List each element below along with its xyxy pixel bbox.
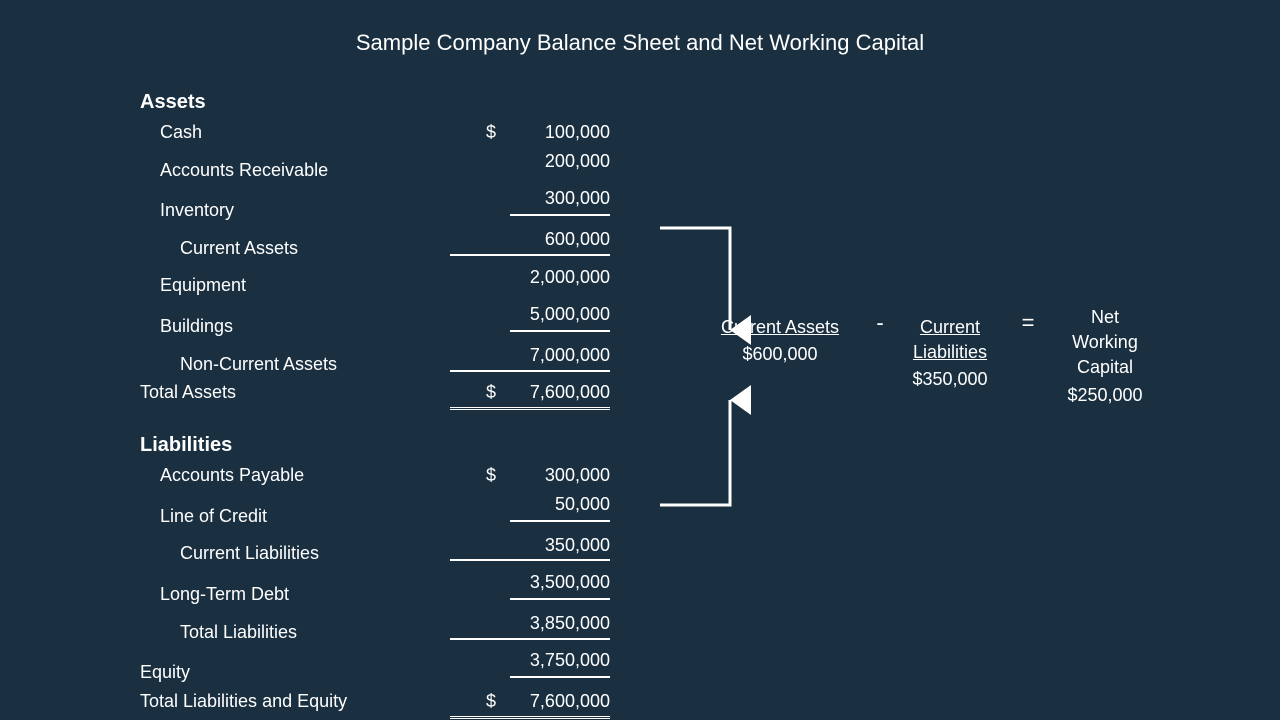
- inventory-amount-group: 300,000: [450, 184, 610, 216]
- ar-amount-group: 200,000: [450, 147, 610, 176]
- cash-amount: 100,000: [510, 118, 610, 147]
- total-liabilities-equity-label: Total Liabilities and Equity: [140, 687, 450, 716]
- nwc-minus: -: [875, 310, 885, 336]
- cash-label: Cash: [140, 118, 450, 147]
- nwc-nwc-value: $250,000: [1040, 385, 1170, 406]
- total-liabilities-amount: 3,850,000: [510, 609, 610, 638]
- inventory-label: Inventory: [140, 196, 450, 225]
- ar-label: Accounts Receivable: [140, 156, 450, 185]
- current-assets-amount-group: 600,000: [450, 225, 610, 256]
- buildings-amount: 5,000,000: [510, 300, 610, 332]
- total-liabilities-label: Total Liabilities: [140, 618, 450, 647]
- equity-amount-group: 3,750,000: [450, 646, 610, 678]
- loc-label: Line of Credit: [140, 502, 450, 531]
- ar-dollar: [486, 147, 500, 176]
- non-current-assets-amount: 7,000,000: [510, 341, 610, 370]
- nwc-cl-header: Current Liabilities $350,000: [890, 315, 1010, 390]
- non-current-assets-amount-group: 7,000,000: [450, 341, 610, 372]
- cash-amount-group: $ 100,000: [450, 118, 610, 147]
- current-assets-amount: 600,000: [510, 225, 610, 254]
- nwc-ca-header: Current Assets $600,000: [720, 315, 840, 365]
- equipment-amount: 2,000,000: [510, 263, 610, 292]
- current-assets-label: Current Assets: [140, 234, 450, 263]
- nwc-cl-value: $350,000: [890, 369, 1010, 390]
- buildings-amount-group: 5,000,000: [450, 300, 610, 332]
- loc-amount: 50,000: [510, 490, 610, 522]
- total-liabilities-equity-amount-group: $ 7,600,000: [450, 687, 610, 719]
- loc-amount-group: 50,000: [450, 490, 610, 522]
- ap-amount: 300,000: [510, 461, 610, 490]
- ap-dollar: $: [486, 461, 500, 490]
- nwc-nwc-header: NetWorkingCapital $250,000: [1040, 305, 1170, 406]
- ap-label: Accounts Payable: [140, 461, 450, 490]
- total-assets-label: Total Assets: [140, 378, 450, 407]
- buildings-label: Buildings: [140, 312, 450, 341]
- current-liabilities-amount: 350,000: [510, 531, 610, 560]
- nwc-ca-label: Current Assets: [720, 315, 840, 340]
- total-assets-dollar: $: [486, 378, 500, 407]
- nwc-equals: =: [1018, 310, 1038, 336]
- nwc-cl-label: Current Liabilities: [890, 315, 1010, 365]
- total-assets-amount-group: $ 7,600,000: [450, 378, 610, 410]
- ar-amount: 200,000: [510, 147, 610, 176]
- equity-label: Equity: [140, 658, 450, 687]
- total-le-dollar: $: [486, 687, 500, 716]
- equipment-label: Equipment: [140, 271, 450, 300]
- total-liabilities-amount-group: 3,850,000: [450, 609, 610, 640]
- total-liabilities-equity-row: Total Liabilities and Equity $ 7,600,000: [140, 687, 760, 719]
- nwc-diagram: Current Assets $600,000 - Current Liabil…: [640, 95, 1240, 675]
- ltd-label: Long-Term Debt: [140, 580, 450, 609]
- non-current-assets-label: Non-Current Assets: [140, 350, 450, 379]
- nwc-nwc-label: NetWorkingCapital: [1040, 305, 1170, 381]
- cash-dollar: $: [486, 118, 500, 147]
- page-title: Sample Company Balance Sheet and Net Wor…: [0, 0, 1280, 76]
- equipment-amount-group: 2,000,000: [450, 263, 610, 292]
- inventory-amount: 300,000: [510, 184, 610, 216]
- nwc-ca-value: $600,000: [720, 344, 840, 365]
- current-liabilities-label: Current Liabilities: [140, 539, 450, 568]
- total-liabilities-equity-amount: 7,600,000: [510, 687, 610, 716]
- ap-amount-group: $ 300,000: [450, 461, 610, 490]
- total-assets-amount: 7,600,000: [510, 378, 610, 407]
- ltd-amount-group: 3,500,000: [450, 568, 610, 600]
- equity-amount: 3,750,000: [510, 646, 610, 678]
- current-liabilities-amount-group: 350,000: [450, 531, 610, 562]
- ltd-amount: 3,500,000: [510, 568, 610, 600]
